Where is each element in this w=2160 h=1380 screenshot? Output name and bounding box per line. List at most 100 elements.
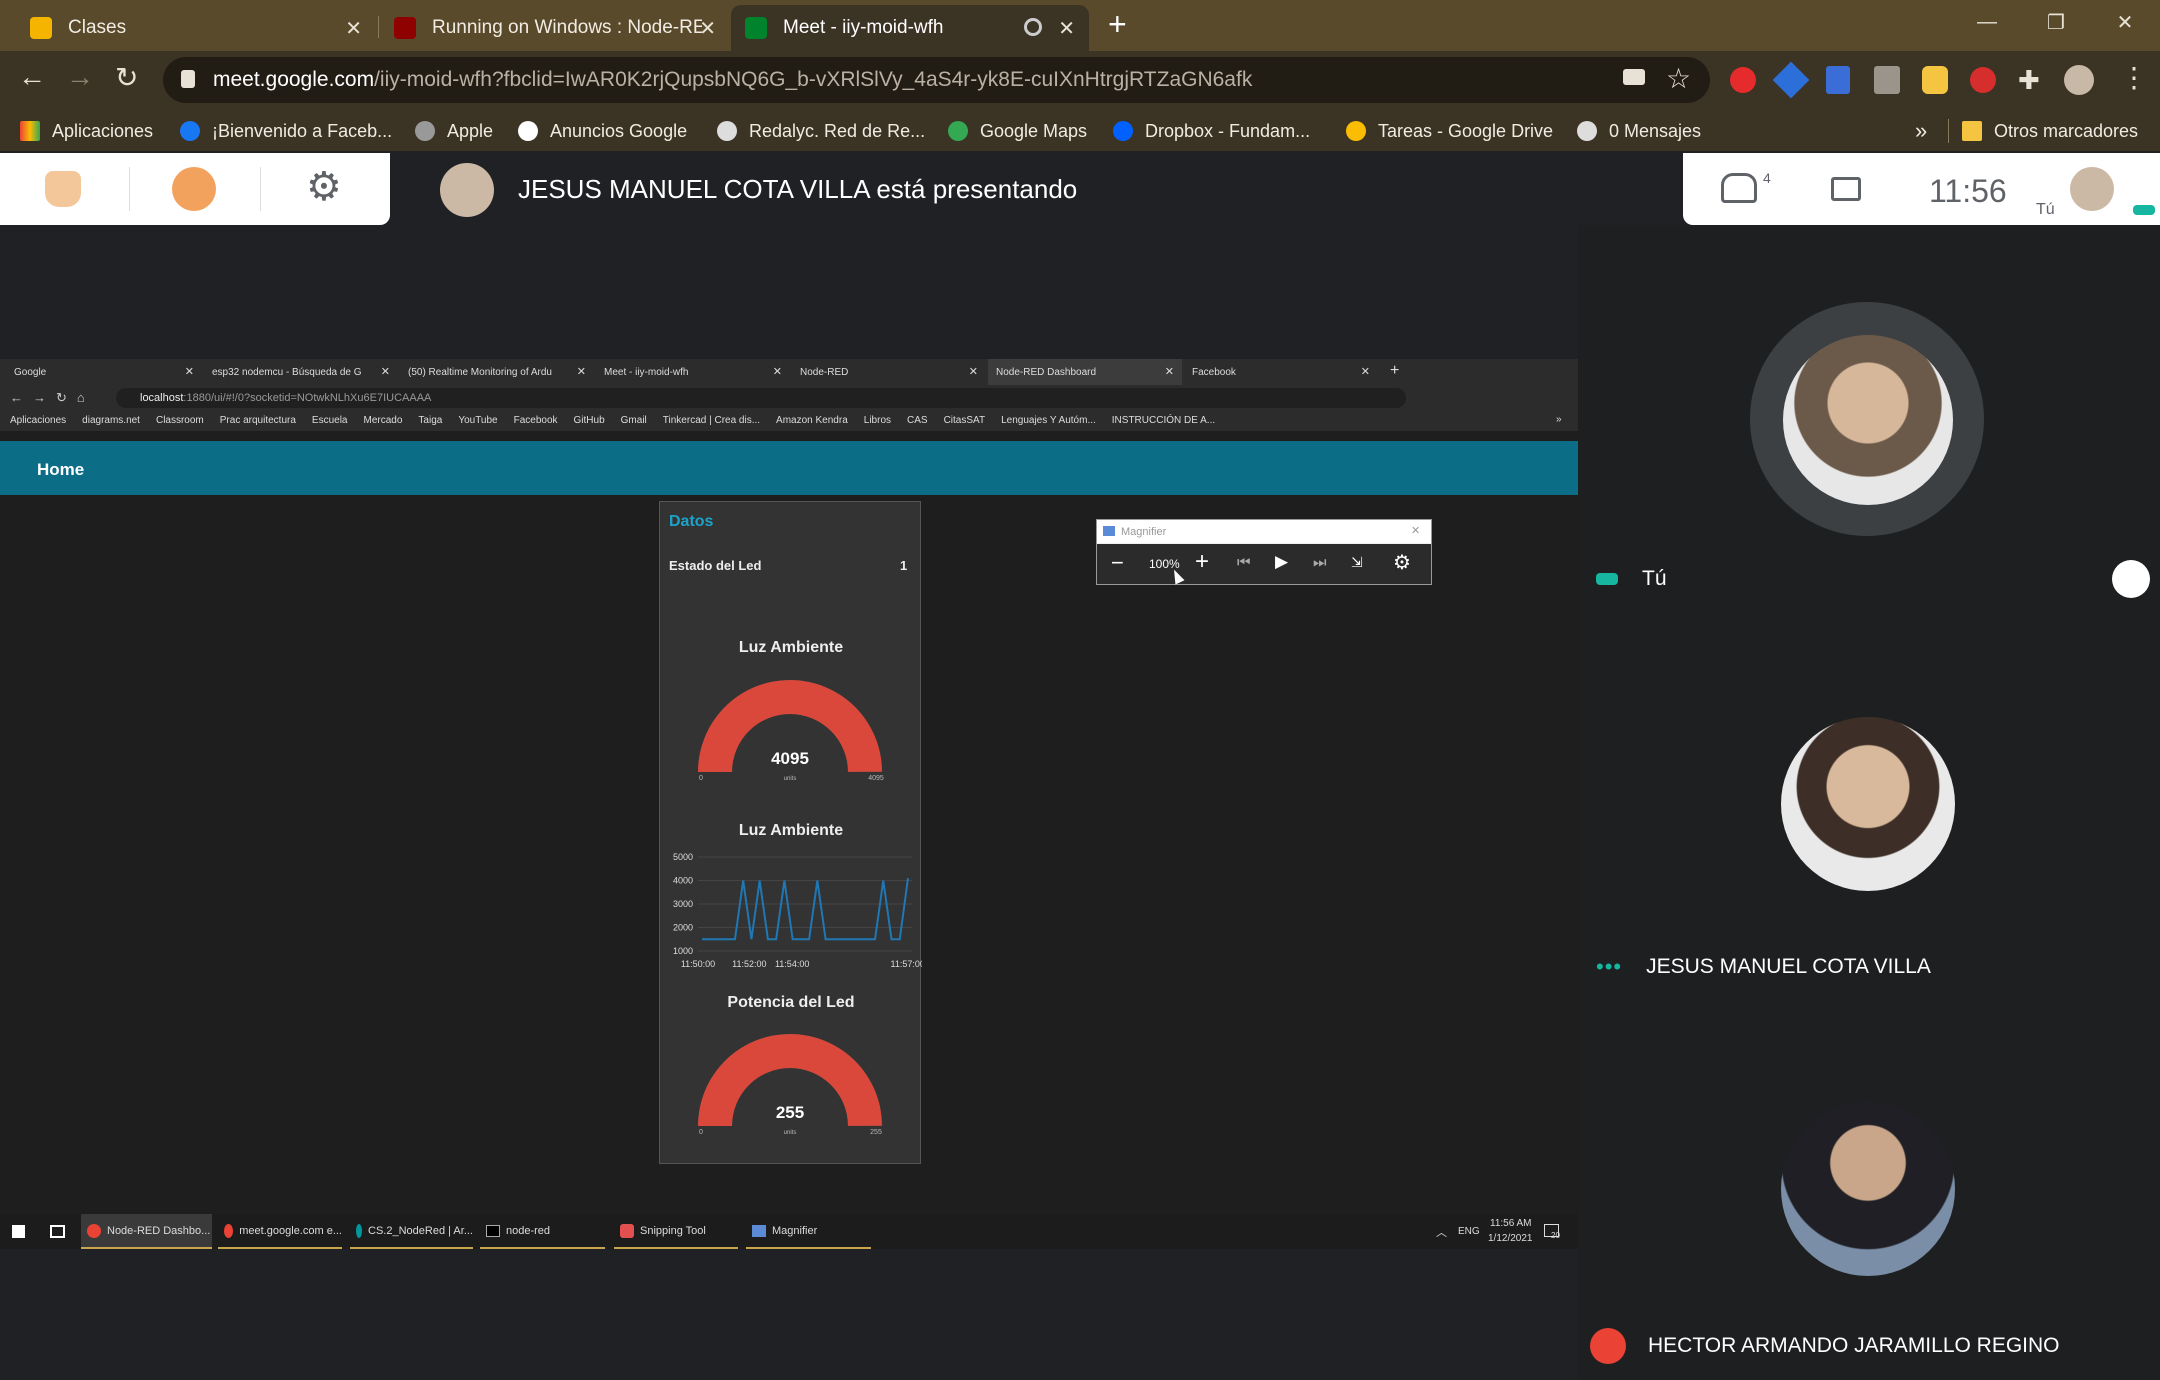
apps-grid-icon [20, 121, 40, 141]
bookmark-label: Anuncios Google [550, 120, 688, 141]
bookmark[interactable]: Dropbox - Fundam... [1113, 111, 1310, 151]
self-avatar [2070, 167, 2114, 211]
browser-tab-active[interactable]: Meet - iiy-moid-wfh ✕ [731, 5, 1089, 51]
address-bar[interactable]: meet.google.com/iiy-moid-wfh?fbclid=IwAR… [163, 57, 1710, 103]
more-dots-icon: ••• [1596, 954, 1623, 979]
url-rest: :1880/ui/#!/0?socketid=NOtwkNLhXu6E7IUCA… [183, 392, 432, 404]
bookmark[interactable]: Apple [415, 111, 493, 151]
shared-bookmark: Aplicaciones [10, 415, 67, 426]
lock-icon [181, 70, 195, 88]
gauge-luz-ambiente: 4095 units 0 4095 [698, 680, 884, 782]
extension-grey-icon[interactable] [1874, 66, 1900, 94]
tab-title: Clases [68, 17, 127, 38]
gauge-value: 4095 [771, 749, 809, 768]
nav-icons: ←→↻⌂ [10, 390, 95, 405]
bookmark-label: Dropbox - Fundam... [1145, 120, 1311, 141]
participant-name: HECTOR ARMANDO JARAMILLO REGINO [1648, 1334, 2060, 1357]
back-icon[interactable]: ← [18, 61, 46, 93]
taskbar-label: CS.2_NodeRed | Ar... [368, 1224, 473, 1237]
reload-icon[interactable]: ↻ [115, 61, 138, 94]
new-tab-icon: + [1390, 362, 1400, 379]
profile-avatar[interactable] [2064, 65, 2094, 95]
browser-tab[interactable]: Running on Windows : Node-RED ✕ [380, 5, 730, 51]
menu-icon[interactable]: ⋮ [2120, 61, 2148, 94]
raise-hand-icon[interactable] [2112, 560, 2150, 598]
participant-tile[interactable]: HECTOR ARMANDO JARAMILLO REGINO [1590, 1328, 2060, 1364]
apple-icon [415, 121, 435, 141]
extension-red-icon[interactable] [1970, 67, 1996, 93]
close-icon[interactable]: ✕ [1058, 16, 1075, 41]
tray-chevron-icon: ︿ [1436, 1227, 1447, 1239]
y-tick-label: 2000 [673, 923, 693, 933]
extensions-puzzle-icon[interactable]: ✚ [2018, 65, 2040, 96]
thumbs-up-icon[interactable] [45, 171, 81, 207]
gauge-max: 4095 [868, 775, 884, 782]
recording-icon [1024, 18, 1042, 36]
bookmark[interactable]: Tareas - Google Drive [1346, 111, 1553, 151]
other-bookmarks[interactable]: Otros marcadores [1962, 111, 2138, 151]
bookmark-apps[interactable]: Aplicaciones [20, 111, 153, 151]
chat-icon[interactable] [1831, 177, 1861, 201]
participant-tile[interactable]: ••• JESUS MANUEL COTA VILLA [1596, 954, 1931, 980]
shared-address-bar: ←→↻⌂ localhost:1880/ui/#!/0?socketid=NOt… [0, 385, 1578, 411]
extension-stop-icon[interactable] [1730, 67, 1756, 93]
extension-thumb-icon[interactable] [1922, 66, 1948, 94]
extension-blue-icon[interactable] [1772, 61, 1810, 99]
settings-gear-icon[interactable]: ⚙ [306, 165, 342, 209]
y-tick-label: 1000 [673, 946, 693, 956]
shared-tab: Meet - iiy-moid-wfh ✕ [596, 359, 790, 385]
tab-title: Meet - iiy-moid-wfh [604, 366, 689, 378]
gauge-min: 0 [699, 1129, 703, 1136]
gauge-potencia-led: 255 units 0 255 [698, 1034, 882, 1136]
minimize-icon[interactable]: — [1953, 0, 2021, 44]
bookmark[interactable]: Redalyc. Red de Re... [717, 111, 925, 151]
bookmark[interactable]: 0 Mensajes [1577, 111, 1701, 151]
speaking-indicator-icon [2133, 205, 2155, 215]
tray-time: 11:56 AM [1490, 1218, 1532, 1229]
taskbar-item: node-red [480, 1214, 605, 1249]
new-tab-button[interactable]: + [1108, 6, 1127, 43]
bookmarks-overflow[interactable]: » [1915, 111, 1927, 151]
series-line [702, 878, 909, 941]
forward-icon[interactable]: → [66, 61, 94, 93]
url-host: meet.google.com [213, 68, 375, 91]
tab-title: Node-RED Dashboard [996, 366, 1097, 378]
camera-icon[interactable] [1623, 69, 1645, 85]
led-label: Estado del Led [669, 558, 762, 573]
taskbar-item: Snipping Tool [614, 1214, 738, 1249]
bookmark-label: Google Maps [980, 120, 1088, 141]
taskbar-item: meet.google.com e... [218, 1214, 342, 1249]
shared-bookmark: YouTube [458, 415, 498, 426]
close-window-icon[interactable]: ✕ [2091, 0, 2159, 44]
magnifier-title: Magnifier [1121, 526, 1167, 538]
group-title: Datos [669, 513, 714, 530]
shared-bookmark: Tinkercad | Crea dis... [662, 415, 761, 426]
settings-gear-icon: ⚙ [1393, 552, 1411, 574]
shared-omnibox: localhost:1880/ui/#!/0?socketid=NOtwkNLh… [116, 388, 1406, 408]
star-icon[interactable]: ☆ [1666, 62, 1691, 95]
participant-name: Tú [1642, 567, 1667, 590]
close-icon[interactable]: ✕ [345, 16, 362, 41]
participant-tile[interactable]: Tú [1596, 567, 1667, 591]
restore-icon[interactable]: ❐ [2022, 0, 2090, 44]
shared-bookmark: Escuela [311, 415, 348, 426]
bookmark-label: Redalyc. Red de Re... [749, 120, 926, 141]
shared-tab-active: Node-RED Dashboard ✕ [988, 359, 1182, 385]
browser-tab[interactable]: Clases ✕ [16, 5, 376, 51]
magnifier-controls: − 100% + ⏮ ▶ ⏭ ⇲ ⚙ [1097, 544, 1431, 584]
people-icon[interactable] [1721, 173, 1757, 203]
x-tick-label: 11:57:00 [891, 959, 922, 969]
close-icon: ✕ [968, 366, 978, 378]
bookmark[interactable]: Anuncios Google [518, 111, 687, 151]
shared-tab: Node-RED ✕ [792, 359, 986, 385]
magnifier-titlebar: Magnifier ✕ [1097, 520, 1431, 544]
close-icon[interactable]: ✕ [699, 16, 716, 41]
y-tick-label: 5000 [673, 852, 693, 862]
participant-avatar [1783, 335, 1953, 505]
bookmark[interactable]: ¡Bienvenido a Faceb... [180, 111, 392, 151]
bookmark-label: Tareas - Google Drive [1378, 120, 1554, 141]
bookmark[interactable]: Google Maps [948, 111, 1087, 151]
extension-book-icon[interactable] [1826, 66, 1850, 94]
raise-hand-person-icon[interactable] [172, 167, 216, 211]
shared-bookmark: INSTRUCCIÓN DE A... [1111, 415, 1216, 426]
